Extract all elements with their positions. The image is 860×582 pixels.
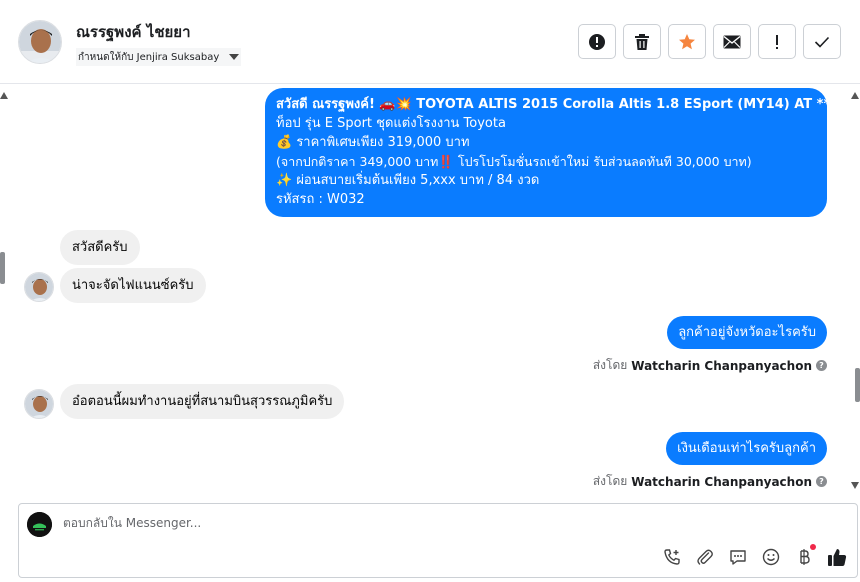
contact-name: ณรรฐพงค์ ไชยยา: [76, 23, 191, 41]
right-scrollbar-thumb[interactable]: [855, 368, 860, 402]
sent-by-name[interactable]: Watcharin Chanpanyachon: [631, 475, 812, 489]
phone-add-icon: [664, 549, 680, 565]
thumbs-up-icon: [828, 549, 847, 566]
star-icon: [679, 33, 695, 49]
sent-by-info: ส่งโดย Watcharin Chanpanyachon ?: [593, 356, 827, 375]
message-line: รหัสรถ : W032: [276, 192, 365, 207]
chevron-down-icon: [229, 54, 240, 60]
smiley-icon: [762, 548, 780, 566]
outgoing-message: สวัสดี ณรรฐพงค์! 🚗💥 TOYOTA ALTIS 2015 Co…: [265, 88, 846, 217]
paperclip-icon: [697, 549, 713, 565]
help-icon[interactable]: ?: [816, 360, 827, 371]
notification-dot: [810, 544, 816, 550]
payment-button[interactable]: [794, 544, 816, 567]
delete-button[interactable]: [623, 24, 661, 59]
emoji-button[interactable]: [761, 547, 781, 567]
mark-spam-button[interactable]: [578, 24, 616, 59]
like-button[interactable]: [827, 547, 847, 567]
message-line: 💰 ราคาพิเศษเพียง 319,000 บาท: [276, 135, 470, 150]
reply-composer: [18, 503, 858, 578]
sent-by-name[interactable]: Watcharin Chanpanyachon: [631, 359, 812, 373]
scroll-up-arrow-icon[interactable]: [0, 92, 8, 99]
left-scrollbar-thumb[interactable]: [0, 252, 5, 284]
sent-by-label: ส่งโดย: [592, 358, 628, 372]
message-line: ✨ ผ่อนสบายเริ่มต้นเพียง 5,xxx บาท / 84 ง…: [276, 173, 540, 188]
scroll-down-arrow-icon[interactable]: [851, 482, 859, 489]
contact-avatar[interactable]: [18, 20, 62, 64]
incoming-message: สวัสดีครับ: [60, 230, 140, 265]
page-avatar: [27, 512, 52, 537]
exclamation-icon: [776, 34, 778, 49]
exclamation-circle-icon: [589, 33, 605, 50]
outgoing-message: ลูกค้าอยู่จังหวัดอะไรครับ: [667, 316, 827, 349]
conversation-header: ณรรฐพงค์ ไชยยา กำหนดให้กับ Jenjira Suksa…: [0, 0, 860, 84]
messenger-conversation: ณรรฐพงค์ ไชยยา กำหนดให้กับ Jenjira Suksa…: [0, 0, 860, 582]
baht-icon: [800, 549, 810, 565]
sent-by-label: ส่งโดย: [592, 474, 628, 488]
chat-bubble-icon: [730, 550, 746, 565]
call-button[interactable]: [662, 547, 682, 567]
reply-input[interactable]: [63, 516, 623, 530]
mark-done-button[interactable]: [803, 24, 841, 59]
star-button[interactable]: [668, 24, 706, 59]
follow-up-button[interactable]: [758, 24, 796, 59]
attach-button[interactable]: [695, 547, 715, 567]
assignee-dropdown[interactable]: กำหนดให้กับ Jenjira Suksabay: [76, 48, 242, 66]
saved-replies-button[interactable]: [728, 547, 748, 567]
scroll-up-arrow-icon[interactable]: [851, 92, 859, 99]
sent-by-info: ส่งโดย Watcharin Chanpanyachon ?: [593, 472, 827, 491]
outgoing-message: เงินเดือนเท่าไรครับลูกค้า: [666, 432, 827, 465]
trash-icon: [635, 33, 649, 50]
assignee-label: กำหนดให้กับ Jenjira Suksabay: [78, 51, 220, 63]
check-icon: [814, 36, 830, 48]
message-line: ท็อป รุ่น E Sport ชุดแต่งโรงงาน Toyota: [276, 116, 506, 131]
contact-avatar: [24, 389, 54, 419]
message-line: สวัสดี ณรรฐพงค์! 🚗💥 TOYOTA ALTIS 2015 Co…: [276, 97, 846, 112]
conversation-actions: [578, 24, 841, 59]
mail-icon: [723, 35, 741, 48]
incoming-message: น่าจะจัดไฟแนนซ์ครับ: [60, 268, 206, 303]
incoming-message: อ๋อตอนนี้ผมทำงานอยู่ที่สนามบินสุวรรณภูมิ…: [60, 384, 345, 419]
help-icon[interactable]: ?: [816, 476, 827, 487]
mark-unread-button[interactable]: [713, 24, 751, 59]
composer-tools: [662, 544, 847, 567]
message-line: (จากปกติราคา 349,000 บาท‼️ โปรโปรโมชั่นร…: [276, 154, 752, 169]
contact-avatar: [24, 272, 54, 302]
